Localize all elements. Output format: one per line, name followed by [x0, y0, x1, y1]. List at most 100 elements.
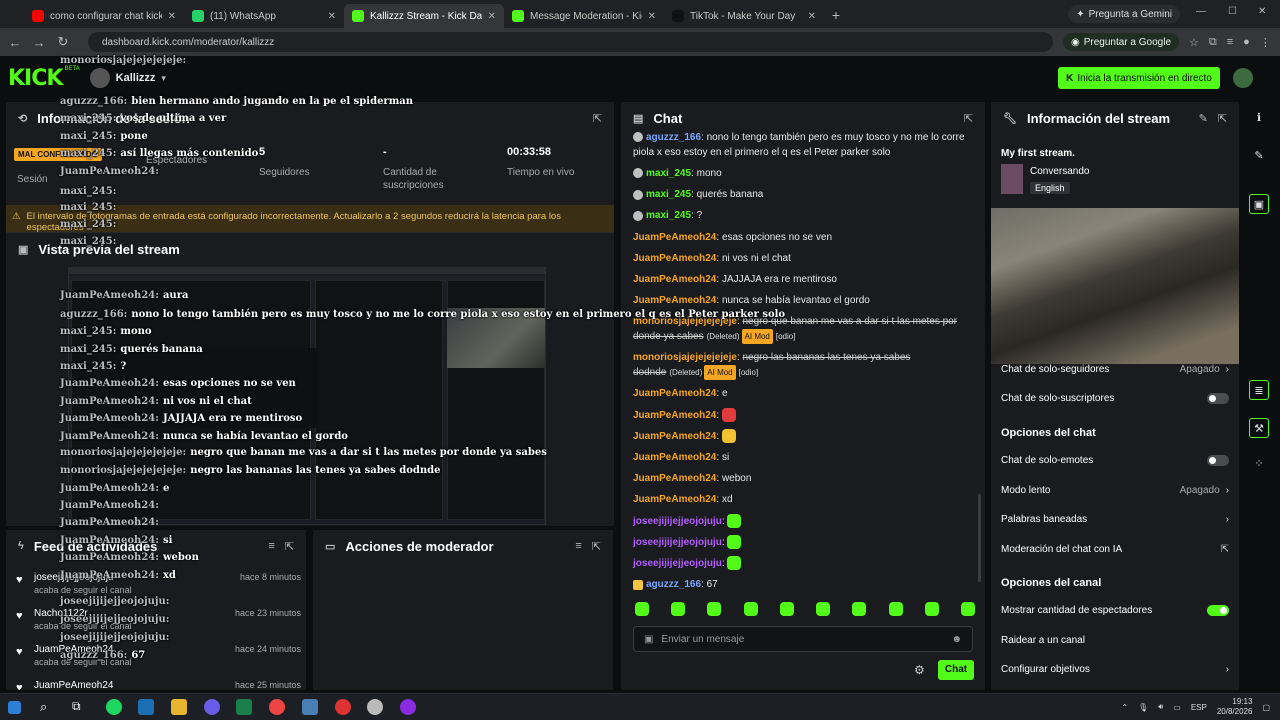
feed-user[interactable]: Nacho1122r — [34, 608, 88, 619]
close-tab-icon[interactable]: ✕ — [808, 11, 816, 22]
chat-message[interactable]: maxi_245: ? — [633, 208, 971, 223]
kick-logo[interactable]: KICK — [8, 66, 63, 91]
chat-message[interactable]: maxi_245: mono — [633, 166, 971, 181]
setting-row[interactable]: Chat de solo-emotes — [1001, 455, 1229, 466]
folder-icon[interactable] — [171, 699, 187, 715]
setting-row[interactable]: Mostrar cantidad de espectadores — [1001, 605, 1229, 616]
chrome-icon[interactable] — [269, 699, 285, 715]
browser-tab[interactable]: TikTok - Make Your Day ✕ — [664, 4, 824, 28]
stream-preview-video[interactable] — [68, 267, 546, 525]
feed-user[interactable]: JuamPeAmeoh24 — [34, 644, 114, 655]
browser-tab[interactable]: como configurar chat kick para ✕ — [24, 4, 184, 28]
twitch-icon[interactable] — [400, 699, 416, 715]
chat-message[interactable]: JuamPeAmeoh24: webon — [633, 471, 971, 486]
chat-message[interactable]: JuamPeAmeoh24: ni vos ni el chat — [633, 251, 971, 266]
quick-emote-icon[interactable] — [779, 602, 794, 616]
clock[interactable]: 19:13 20/8/2026 — [1217, 697, 1253, 717]
url-field[interactable]: dashboard.kick.com/moderator/kallizzz — [88, 32, 1053, 52]
notepad-icon[interactable] — [302, 699, 318, 715]
reload-icon[interactable]: ↻ — [56, 34, 70, 50]
close-tab-icon[interactable]: ✕ — [328, 11, 336, 22]
quick-emote-icon[interactable] — [743, 602, 758, 616]
close-tab-icon[interactable]: ✕ — [168, 11, 176, 22]
chat-username[interactable]: JuamPeAmeoh24 — [633, 452, 716, 463]
quick-emote-icon[interactable] — [635, 602, 649, 616]
chat-username[interactable]: JuamPeAmeoh24 — [633, 253, 716, 264]
apps-icon[interactable]: ⁘ — [1249, 454, 1269, 474]
quick-emote-icon[interactable] — [960, 602, 975, 616]
chat-scrollbar[interactable] — [978, 494, 981, 582]
quick-emote-icon[interactable] — [707, 602, 722, 616]
close-tab-icon[interactable]: ✕ — [648, 11, 656, 22]
minimize-icon[interactable]: — — [1196, 6, 1206, 17]
setting-row[interactable]: Chat de solo-suscriptores — [1001, 393, 1229, 404]
steam-icon[interactable] — [138, 699, 154, 715]
channel-switcher[interactable]: Kallizzz ▾ — [89, 68, 166, 88]
chat-username[interactable]: joseejijijejjeojojuju — [633, 537, 722, 548]
chat-username[interactable]: maxi_245 — [646, 189, 691, 200]
chevron-up-icon[interactable]: ⌃ — [1121, 703, 1128, 712]
profile-avatar[interactable] — [1233, 68, 1253, 88]
task-view-icon[interactable]: ⧉ — [72, 699, 88, 715]
ask-google-button[interactable]: ◉ Preguntar a Google — [1063, 33, 1180, 51]
chat-message[interactable]: aguzzz_166: nono lo tengo también pero e… — [633, 130, 971, 160]
back-icon[interactable]: ← — [8, 35, 22, 50]
app-icon[interactable] — [236, 699, 252, 715]
chat-message[interactable]: joseejijijejjeojojuju: — [633, 535, 971, 550]
wrench-icon[interactable]: ⚒ — [1249, 418, 1269, 438]
chat-username[interactable]: monoriosjajejejejejeje — [633, 316, 737, 327]
chat-username[interactable]: JuamPeAmeoh24 — [633, 494, 716, 505]
discord-icon[interactable] — [204, 699, 220, 715]
profile-icon[interactable]: ● — [1243, 36, 1250, 48]
filter-icon[interactable]: ≡ — [575, 540, 581, 552]
chat-username[interactable]: maxi_245 — [646, 210, 691, 221]
toggle-switch[interactable] — [1207, 605, 1229, 616]
chat-username[interactable]: JuamPeAmeoh24 — [633, 410, 716, 421]
star-icon[interactable]: ☆ — [1189, 36, 1199, 49]
chat-message[interactable]: JuamPeAmeoh24: si — [633, 450, 971, 465]
popout-icon[interactable]: ⇱ — [1218, 112, 1227, 125]
chat-username[interactable]: JuamPeAmeoh24 — [633, 232, 716, 243]
chat-username[interactable]: JuamPeAmeoh24 — [633, 388, 716, 399]
pencil-icon[interactable]: ✎ — [1249, 146, 1269, 166]
toggle-switch[interactable] — [1207, 393, 1229, 404]
chat-username[interactable]: JuamPeAmeoh24 — [633, 274, 716, 285]
browser-tab[interactable]: Message Moderation - Kick Da ✕ — [504, 4, 664, 28]
setting-row[interactable]: Chat de solo-seguidores Apagado › — [1001, 364, 1229, 375]
chat-message[interactable]: JuamPeAmeoh24: nunca se había levantao e… — [633, 293, 971, 308]
chat-username[interactable]: maxi_245 — [646, 168, 691, 179]
toggle-switch[interactable] — [1207, 455, 1229, 466]
chat-message[interactable]: JuamPeAmeoh24: esas opciones no se ven — [633, 230, 971, 245]
feed-user[interactable]: joseejijijejjeojojuju — [34, 572, 114, 583]
chat-message[interactable]: JuamPeAmeoh24: JAJJAJA era re mentiroso — [633, 272, 971, 287]
setting-row[interactable]: Moderación del chat con IA ⇱ — [1001, 544, 1229, 555]
popout-icon[interactable]: ⇱ — [593, 112, 602, 125]
shield-icon[interactable] — [367, 699, 383, 715]
browser-tab[interactable]: Kallizzz Stream - Kick Dashboa ✕ — [344, 4, 504, 28]
chat-message[interactable]: aguzzz_166: 67 — [633, 577, 971, 592]
chat-username[interactable]: aguzzz_166 — [646, 579, 701, 590]
send-chat-button[interactable]: Chat — [938, 660, 974, 680]
setting-row[interactable]: Configurar objetivos › — [1001, 664, 1229, 675]
microphone-icon[interactable]: 🎙︎ — [1138, 703, 1148, 712]
chat-username[interactable]: JuamPeAmeoh24 — [633, 431, 716, 442]
chat-username[interactable]: aguzzz_166 — [646, 132, 701, 143]
popout-icon[interactable]: ⇱ — [964, 112, 973, 125]
setting-row[interactable]: Raidear a un canal — [1001, 635, 1229, 646]
popout-icon[interactable]: ⇱ — [285, 540, 294, 553]
more-icon[interactable]: ⋮ — [1260, 36, 1271, 49]
emoji-icon[interactable]: ☻ — [951, 634, 962, 645]
filter-icon[interactable]: ≡ — [268, 540, 274, 552]
info-icon[interactable]: ℹ — [1249, 108, 1269, 128]
chat-message[interactable]: monoriosjajejejejejeje: negro las banana… — [633, 350, 971, 381]
gear-icon[interactable]: ⚙ — [914, 663, 925, 677]
quick-emote-icon[interactable] — [888, 602, 903, 616]
chat-username[interactable]: JuamPeAmeoh24 — [633, 295, 716, 306]
close-tab-icon[interactable]: ✕ — [488, 11, 496, 22]
chat-message[interactable]: JuamPeAmeoh24: — [633, 407, 971, 423]
chat-username[interactable]: joseejijijejjeojojuju — [633, 516, 722, 527]
queue-icon[interactable]: ≣ — [1249, 380, 1269, 400]
chat-username[interactable]: monoriosjajejejejejeje — [633, 352, 737, 363]
obs-icon[interactable] — [335, 699, 351, 715]
browser-tab[interactable]: (11) WhatsApp ✕ — [184, 4, 344, 28]
